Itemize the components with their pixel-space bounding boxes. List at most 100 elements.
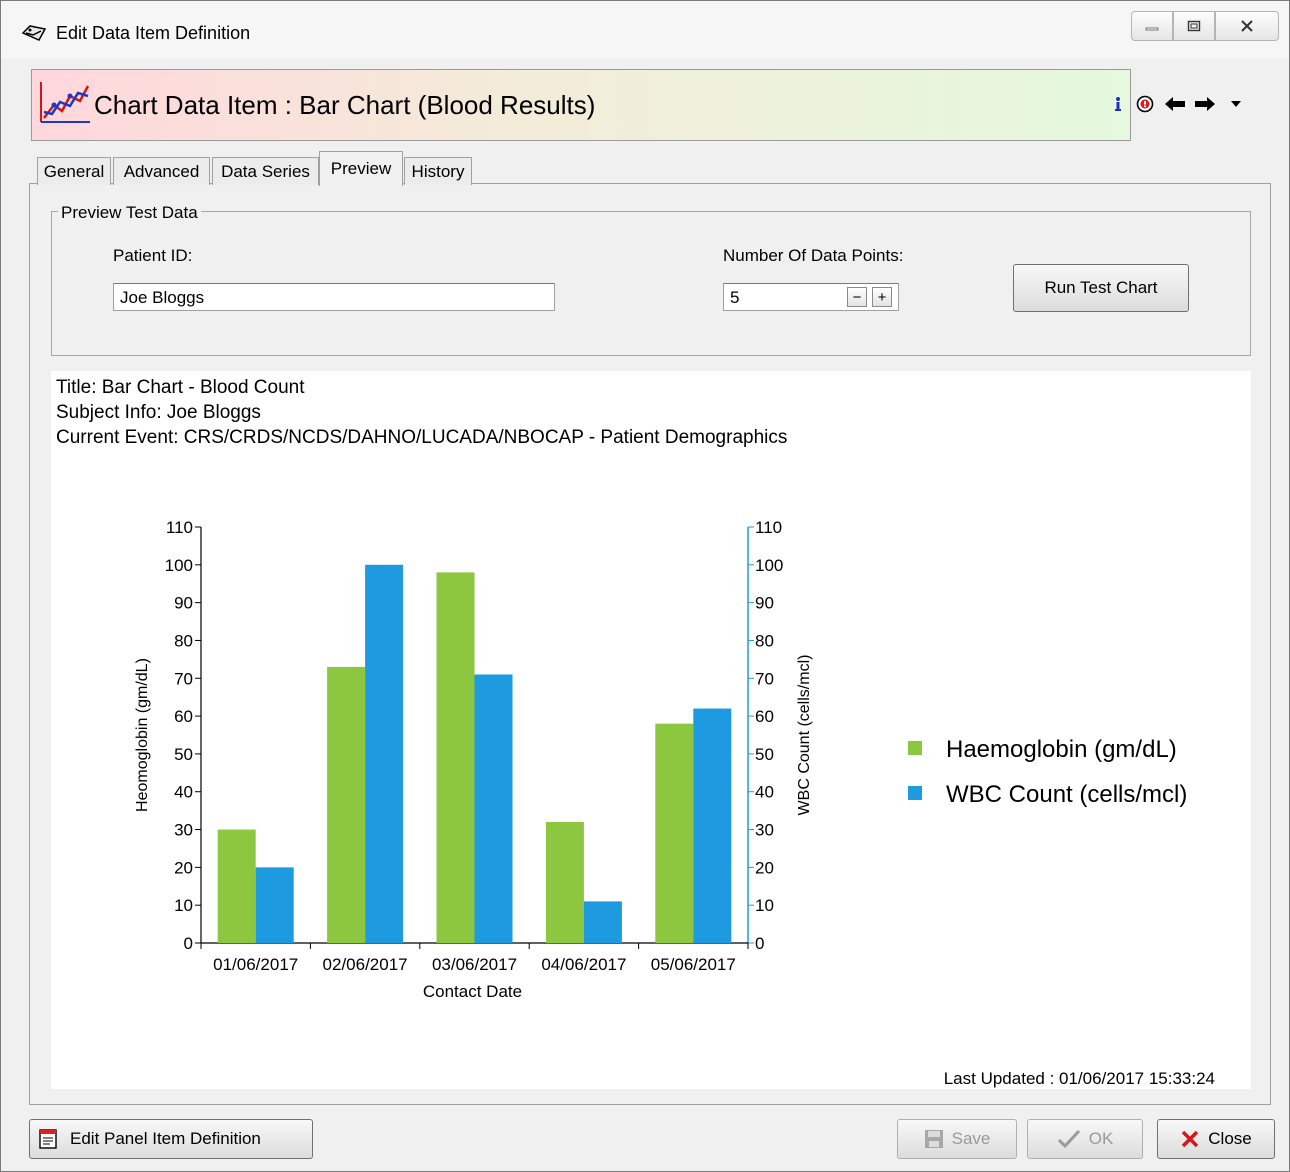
edit-panel-label: Edit Panel Item Definition	[70, 1129, 261, 1148]
info-button[interactable]	[1111, 93, 1125, 115]
save-button[interactable]: Save	[897, 1119, 1017, 1159]
patient-id-label: Patient ID:	[113, 246, 193, 265]
legend-label: WBC Count (cells/mcl)	[946, 781, 1187, 808]
back-arrow-icon	[1165, 97, 1185, 111]
left-tick-label: 60	[174, 707, 193, 726]
left-tick-label: 40	[174, 783, 193, 802]
right-axis: 0 10 20 30 40 50 60 70 80 90 100 110 WBC Count (cell…	[747, 518, 813, 953]
bar-chart: 0102030405060708090100110Heomoglobin (gm…	[134, 518, 1187, 1001]
tab-label: General	[43, 161, 105, 181]
right-tick-label: 60	[755, 707, 774, 726]
save-label: Save	[951, 1129, 991, 1148]
group-title: Preview Test Data	[58, 203, 201, 223]
close-button[interactable]: Close	[1157, 1119, 1275, 1159]
edit-panel-icon	[39, 1129, 57, 1149]
x-tick-label: 05/06/2017	[651, 955, 736, 974]
check-icon	[1057, 1129, 1080, 1149]
left-tick-label: 110	[166, 518, 193, 537]
bar-haemoglobin	[436, 572, 475, 943]
bar-wbc	[474, 674, 513, 943]
window-title: Edit Data Item Definition	[56, 23, 251, 43]
bar-haemoglobin	[327, 666, 366, 943]
x-tick-label: 04/06/2017	[541, 955, 626, 974]
right-tick-label: 110	[755, 518, 782, 537]
help-button[interactable]	[1135, 93, 1155, 115]
last-updated-label: Last Updated : 01/06/2017 15:33:24	[943, 1069, 1215, 1088]
maximize-button[interactable]	[1173, 11, 1215, 41]
minimize-button[interactable]	[1131, 11, 1173, 41]
right-tick-label: 30	[755, 821, 774, 840]
tab-label: Data Series	[221, 161, 310, 181]
left-tick-label: 30	[174, 821, 193, 840]
help-icon	[1136, 95, 1154, 113]
legend: Haemoglobin (gm/dL) WBC Count (cells/mcl)	[908, 736, 1187, 808]
increment-button[interactable]: +	[872, 287, 892, 307]
close-x-icon	[1182, 1130, 1199, 1148]
tab-label: History	[411, 161, 465, 181]
left-tick-label: 50	[174, 745, 193, 764]
x-tick-label: 02/06/2017	[323, 955, 408, 974]
left-tick-label: 0	[184, 934, 193, 953]
right-tick-label: 100	[755, 556, 783, 575]
save-icon	[924, 1130, 943, 1148]
left-tick-label: 70	[174, 669, 193, 688]
left-axis-title: Heomoglobin (gm/dL)	[134, 658, 151, 812]
x-axis-title: Contact Date	[423, 982, 522, 1001]
bar-haemoglobin	[545, 821, 584, 943]
right-axis-title: WBC Count (cells/mcl)	[796, 655, 813, 816]
maximize-icon	[1187, 20, 1201, 32]
data-points-label: Number Of Data Points:	[723, 246, 904, 265]
tab-preview[interactable]: Preview	[319, 151, 403, 186]
title-bar: Edit Data Item Definition	[1, 1, 1289, 59]
run-test-chart-button[interactable]: Run Test Chart	[1013, 264, 1189, 312]
bar-wbc	[365, 564, 404, 943]
right-tick-label: 0	[755, 934, 764, 953]
edit-panel-item-button[interactable]: Edit Panel Item Definition	[29, 1119, 313, 1159]
tab-advanced[interactable]: Advanced	[113, 157, 210, 185]
window-close-button[interactable]	[1215, 11, 1279, 41]
bar-wbc	[255, 867, 294, 943]
left-tick-label: 20	[174, 858, 193, 877]
ok-label: OK	[1088, 1129, 1114, 1148]
x-tick-label: 01/06/2017	[213, 955, 298, 974]
ok-button[interactable]: OK	[1027, 1119, 1143, 1159]
bar-wbc	[583, 901, 622, 943]
left-tick-label: 100	[165, 556, 193, 575]
tab-history[interactable]: History	[404, 157, 472, 185]
bar-wbc	[693, 708, 732, 943]
bar-haemoglobin	[655, 723, 694, 943]
tab-label: Preview	[330, 159, 392, 178]
header-toolbar	[1111, 93, 1281, 117]
close-label: Close	[1208, 1129, 1252, 1148]
legend-swatch	[908, 741, 922, 755]
tab-label: Advanced	[123, 161, 200, 181]
window-close-icon	[1241, 20, 1253, 32]
legend-label: Haemoglobin (gm/dL)	[946, 736, 1177, 763]
left-tick-label: 80	[174, 631, 193, 650]
bar-haemoglobin	[217, 829, 256, 943]
right-tick-label: 90	[755, 594, 774, 613]
right-tick-label: 40	[755, 783, 774, 802]
right-tick-label: 50	[755, 745, 774, 764]
caption-buttons	[1131, 11, 1279, 43]
options-dropdown-button[interactable]	[1227, 93, 1245, 115]
info-icon	[1115, 97, 1121, 111]
forward-button[interactable]	[1193, 93, 1217, 115]
data-points-value: 5	[730, 288, 740, 307]
tab-data-series[interactable]: Data Series	[212, 157, 319, 185]
tab-general[interactable]: General	[37, 157, 111, 185]
minimize-icon	[1145, 27, 1159, 31]
dropdown-icon	[1231, 101, 1241, 107]
decrement-button[interactable]: −	[847, 287, 867, 307]
dialog-button-bar: Edit Panel Item Definition Save OK Close	[1, 1113, 1289, 1171]
patient-id-field[interactable]: Joe Bloggs	[113, 283, 555, 311]
left-tick-label: 10	[174, 896, 193, 915]
right-tick-label: 70	[755, 669, 774, 688]
right-tick-label: 10	[755, 896, 774, 915]
left-axis: 0 10 20 30 40 50 60 70 80 90 100 110 Heomoglobin (gm…	[134, 518, 202, 953]
dialog-window: Edit Data Item Definition Chart Data Ite…	[0, 0, 1290, 1172]
item-title: Chart Data Item : Bar Chart (Blood Resul…	[94, 90, 596, 120]
back-button[interactable]	[1163, 93, 1187, 115]
bars	[217, 564, 732, 943]
x-tick-label: 03/06/2017	[432, 955, 517, 974]
